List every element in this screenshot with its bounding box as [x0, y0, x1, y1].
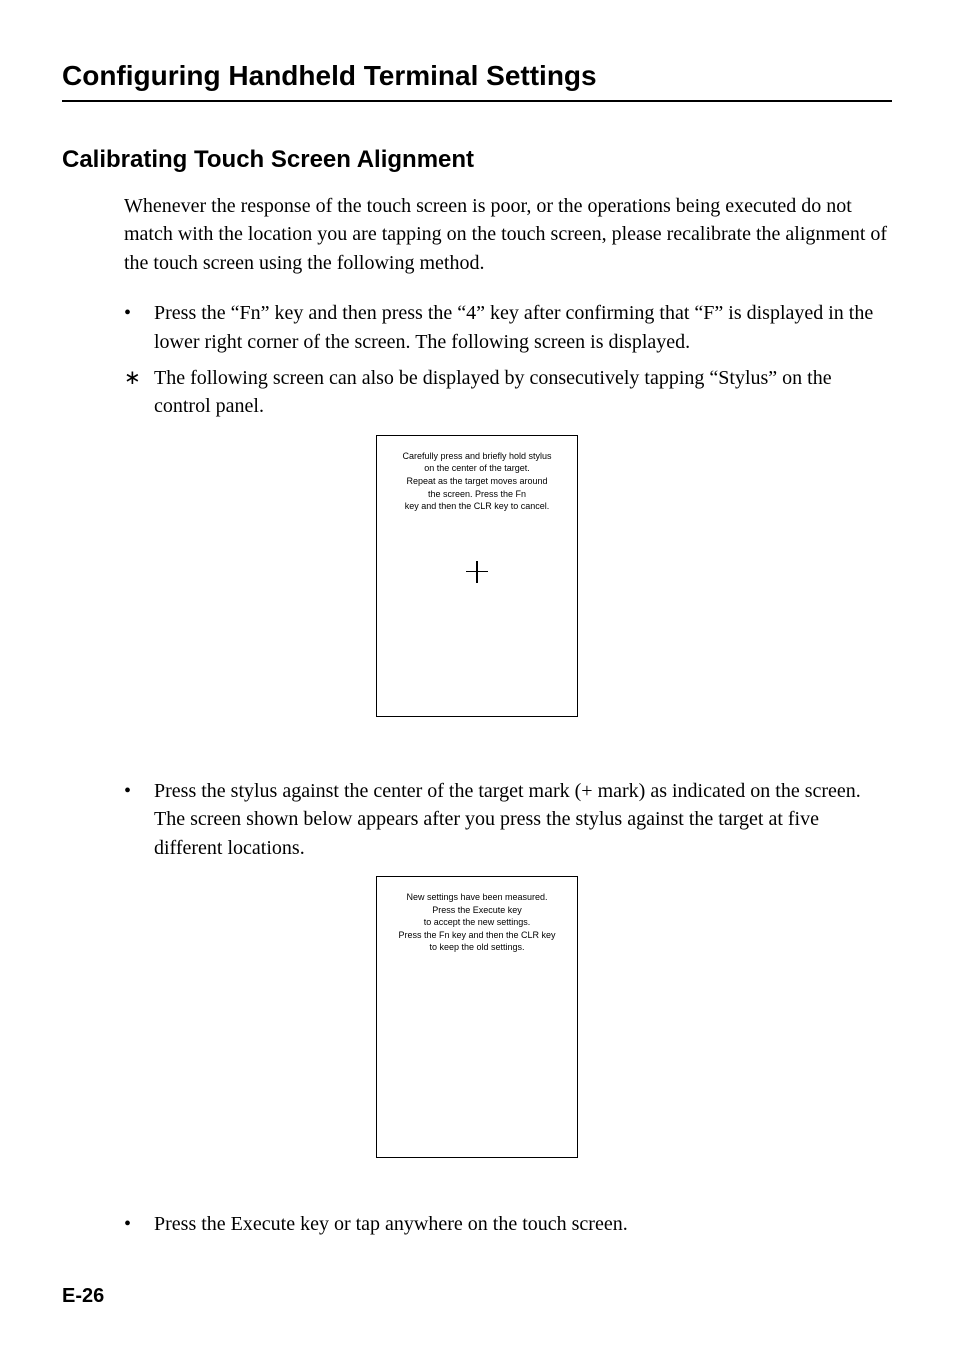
step-text: The following screen can also be display… — [154, 364, 892, 421]
bullet-icon — [124, 777, 154, 862]
bullet-icon — [124, 1210, 154, 1238]
section-title: Calibrating Touch Screen Alignment — [62, 146, 892, 174]
screen-line: Press the Execute key — [385, 904, 569, 917]
bullet-icon — [124, 299, 154, 356]
list-item: Press the Execute key or tap anywhere on… — [124, 1210, 892, 1238]
intro-paragraph: Whenever the response of the touch scree… — [124, 192, 892, 277]
step-list-2: Press the stylus against the center of t… — [124, 777, 892, 862]
step-text: Press the stylus against the center of t… — [154, 777, 892, 862]
screen-line: on the center of the target. — [385, 462, 569, 475]
screen-line: key and then the CLR key to cancel. — [385, 500, 569, 513]
list-item: Press the “Fn” key and then press the “4… — [124, 299, 892, 356]
step-text: Press the “Fn” key and then press the “4… — [154, 299, 892, 356]
list-item: Press the stylus against the center of t… — [124, 777, 892, 862]
calibration-screen-1: Carefully press and briefly hold stylus … — [376, 435, 578, 717]
asterisk-icon — [124, 364, 154, 421]
screen-line: Repeat as the target moves around — [385, 475, 569, 488]
calibration-screen-2: New settings have been measured. Press t… — [376, 876, 578, 1158]
step-text: Press the Execute key or tap anywhere on… — [154, 1210, 892, 1238]
list-item: The following screen can also be display… — [124, 364, 892, 421]
screen-line: to keep the old settings. — [385, 941, 569, 954]
screen-line: Press the Fn key and then the CLR key — [385, 929, 569, 942]
page-number: E-26 — [62, 1285, 104, 1308]
screen-line: New settings have been measured. — [385, 891, 569, 904]
screen-1-wrap: Carefully press and briefly hold stylus … — [62, 435, 892, 717]
screen-2-wrap: New settings have been measured. Press t… — [62, 876, 892, 1158]
screen-line: to accept the new settings. — [385, 916, 569, 929]
screen-line: the screen. Press the Fn — [385, 488, 569, 501]
screen-line: Carefully press and briefly hold stylus — [385, 450, 569, 463]
page-title: Configuring Handheld Terminal Settings — [62, 60, 892, 102]
step-list-3: Press the Execute key or tap anywhere on… — [124, 1210, 892, 1238]
step-list-1: Press the “Fn” key and then press the “4… — [124, 299, 892, 421]
